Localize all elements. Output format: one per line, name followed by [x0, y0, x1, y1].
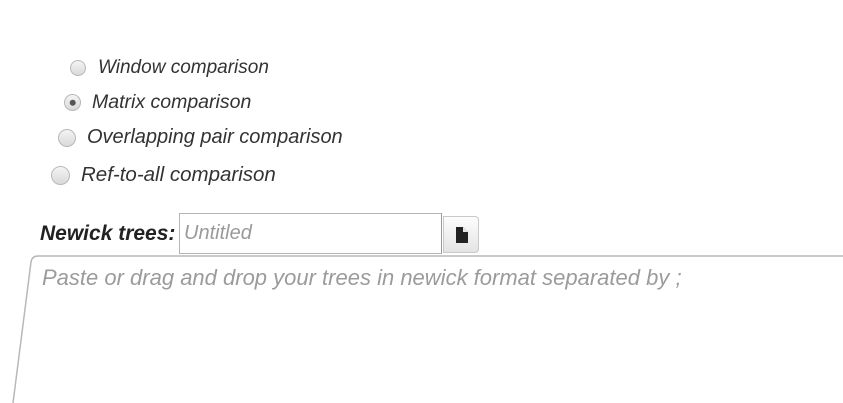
radio-overlapping-pair-comparison[interactable]: Overlapping pair comparison [58, 126, 343, 149]
radio-label: Overlapping pair comparison [87, 126, 343, 148]
radio-button-selected[interactable] [64, 94, 81, 111]
radio-ref-to-all-comparison[interactable]: Ref-to-all comparison [51, 163, 276, 187]
radio-label: Window comparison [98, 57, 269, 78]
radio-window-comparison[interactable]: Window comparison [70, 57, 269, 79]
radio-button[interactable] [51, 165, 70, 185]
radio-matrix-comparison[interactable]: Matrix comparison [64, 91, 251, 114]
radio-button[interactable] [70, 60, 86, 76]
file-icon [455, 226, 468, 243]
radio-button[interactable] [58, 128, 76, 147]
newick-trees-textarea[interactable] [28, 265, 828, 395]
newick-trees-label: Newick trees: [40, 222, 176, 245]
radio-label: Ref-to-all comparison [81, 163, 276, 186]
radio-label: Matrix comparison [92, 91, 252, 113]
load-file-button[interactable] [443, 216, 479, 253]
tree-set-name-input[interactable] [179, 213, 442, 254]
tree-comparison-form: Window comparison Matrix comparison Over… [0, 0, 843, 403]
